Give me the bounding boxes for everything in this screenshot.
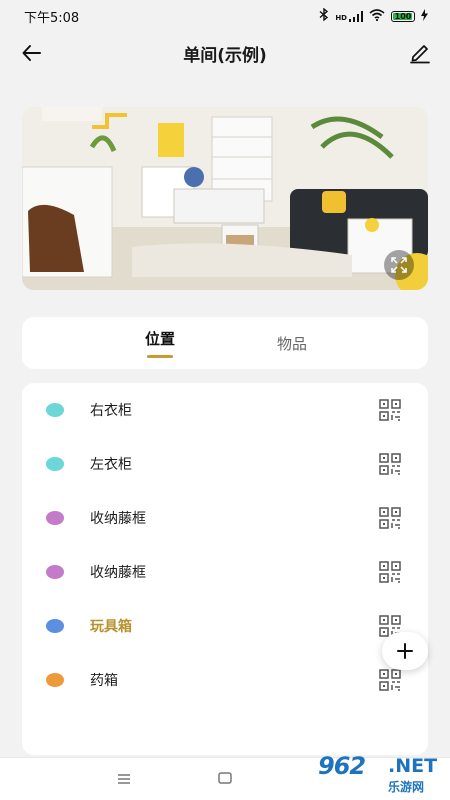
pencil-icon <box>410 45 430 64</box>
tab-label: 位置 <box>144 330 175 348</box>
qr-code-icon[interactable] <box>379 507 401 529</box>
color-dot <box>46 403 64 417</box>
edit-button[interactable] <box>408 40 432 64</box>
item-label: 收纳藤框 <box>90 565 146 581</box>
active-tab-indicator <box>147 355 173 358</box>
add-button[interactable] <box>382 632 428 670</box>
qr-code-icon[interactable] <box>379 453 401 475</box>
menu-icon[interactable] <box>116 772 132 786</box>
status-bar: 下午5:08 HD 100 <box>0 0 450 32</box>
item-label: 玩具箱 <box>90 619 132 635</box>
page-title: 单间(示例) <box>183 45 267 66</box>
color-dot <box>46 673 64 687</box>
fullscreen-button[interactable] <box>384 250 414 280</box>
back-arrow-icon <box>22 45 41 61</box>
list-item[interactable]: 左衣柜 <box>22 437 428 491</box>
list-item[interactable]: 右衣柜 <box>22 383 428 437</box>
item-label: 右衣柜 <box>90 403 132 419</box>
status-icons: HD 100 <box>319 7 428 24</box>
back-button[interactable] <box>20 41 44 65</box>
watermark-site: 乐游网 <box>388 780 425 794</box>
list-item[interactable]: 收纳藤框 <box>22 545 428 599</box>
item-label: 药箱 <box>90 673 118 689</box>
watermark-suffix: .NET <box>388 755 438 777</box>
location-list: 右衣柜 左衣柜 收纳藤框 收纳藤框 玩具箱 药箱 <box>22 383 428 755</box>
item-label: 收纳藤框 <box>90 511 146 527</box>
battery-level: 100 <box>394 11 412 21</box>
status-time: 下午5:08 <box>24 10 80 26</box>
charging-icon <box>421 8 428 24</box>
color-dot <box>46 619 64 633</box>
color-dot <box>46 565 64 579</box>
site-watermark-logo: 962 .NET 乐游网 <box>312 750 446 798</box>
room-illustration <box>22 107 428 290</box>
room-photo[interactable] <box>22 107 428 290</box>
tabs-bar: 位置 物品 <box>22 317 428 369</box>
tab-items[interactable]: 物品 <box>254 317 330 369</box>
plus-icon <box>397 643 413 659</box>
tab-label: 物品 <box>276 334 307 353</box>
signal-icon: HD <box>335 10 363 22</box>
color-dot <box>46 511 64 525</box>
list-item[interactable]: 药箱 <box>22 653 428 707</box>
qr-code-icon[interactable] <box>379 669 401 691</box>
qr-code-icon[interactable] <box>379 561 401 583</box>
app-header: 单间(示例) <box>0 32 450 74</box>
wifi-icon <box>369 8 385 24</box>
qr-code-icon[interactable] <box>379 399 401 421</box>
home-icon[interactable] <box>217 771 233 785</box>
bluetooth-icon <box>319 7 329 24</box>
color-dot <box>46 457 64 471</box>
watermark-number: 962 <box>318 752 366 780</box>
list-item[interactable]: 收纳藤框 <box>22 491 428 545</box>
battery-icon: 100 <box>391 10 415 22</box>
tab-location[interactable]: 位置 <box>122 317 198 369</box>
network-type-label: HD <box>335 13 347 22</box>
list-item[interactable]: 玩具箱 <box>22 599 428 653</box>
expand-icon <box>391 257 407 273</box>
item-label: 左衣柜 <box>90 457 132 473</box>
